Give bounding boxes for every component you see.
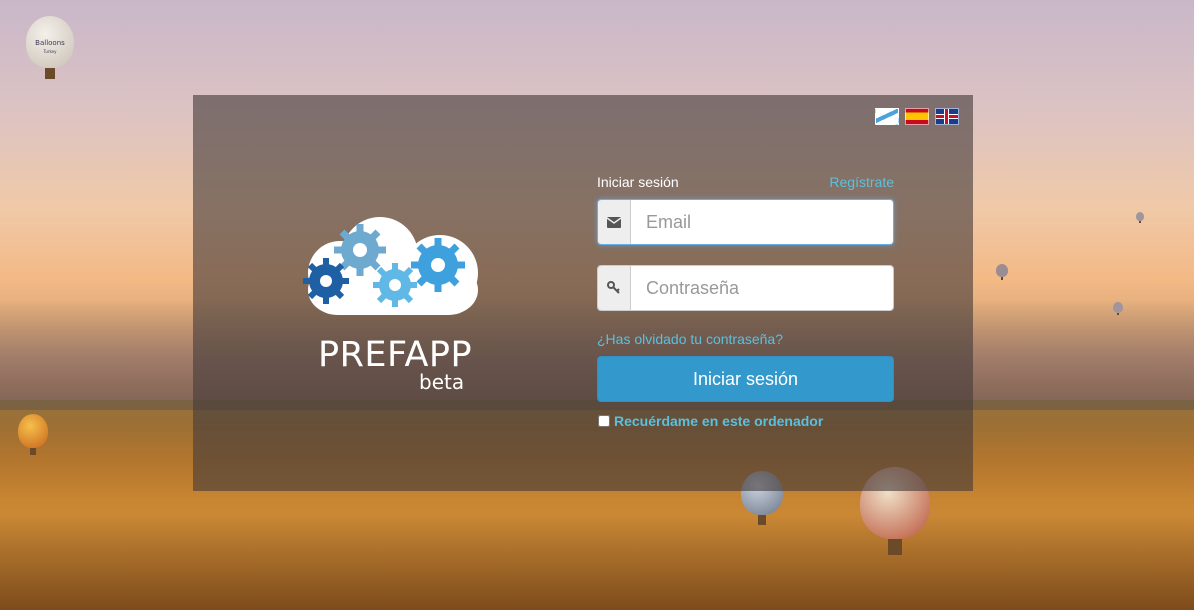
forgot-password-link[interactable]: ¿Has olvidado tu contraseña? xyxy=(597,331,894,347)
flag-uk-icon[interactable] xyxy=(935,108,959,125)
login-card: PREFAPP beta Iniciar sesión Regístrate ¿… xyxy=(193,95,973,491)
email-input[interactable] xyxy=(631,200,893,244)
balloon xyxy=(996,264,1008,280)
brand-name: PREFAPP xyxy=(318,335,473,375)
form-title: Iniciar sesión xyxy=(597,174,679,190)
envelope-icon xyxy=(598,200,631,244)
brand-tag: beta xyxy=(419,370,465,394)
flag-spain-icon[interactable] xyxy=(905,108,929,125)
flag-galicia-icon[interactable] xyxy=(875,108,899,125)
balloon xyxy=(1113,302,1123,316)
email-group xyxy=(597,199,894,245)
register-link[interactable]: Regístrate xyxy=(829,174,894,190)
remember-checkbox[interactable] xyxy=(598,415,610,427)
remember-me: Recuérdame en este ordenador xyxy=(597,413,894,429)
svg-text:Turkey: Turkey xyxy=(42,49,57,54)
language-selector xyxy=(875,108,959,125)
login-button[interactable]: Iniciar sesión xyxy=(597,356,894,402)
balloon xyxy=(1136,212,1144,223)
balloon xyxy=(18,414,48,456)
balloon-logo: Balloons Turkey xyxy=(26,16,74,80)
svg-text:Balloons: Balloons xyxy=(35,39,65,47)
remember-label[interactable]: Recuérdame en este ordenador xyxy=(614,413,823,429)
password-group xyxy=(597,265,894,311)
password-input[interactable] xyxy=(631,266,893,310)
login-form: Iniciar sesión Regístrate ¿Has olvidado … xyxy=(597,173,894,429)
form-header: Iniciar sesión Regístrate xyxy=(597,173,894,191)
key-icon xyxy=(598,266,631,310)
